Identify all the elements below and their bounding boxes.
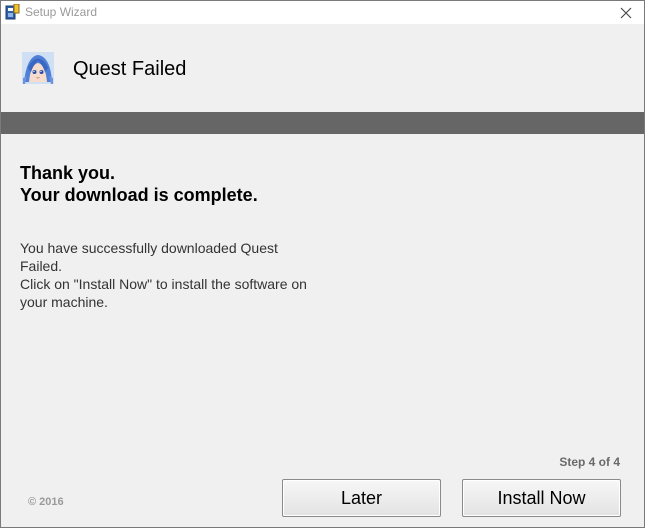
installer-icon (5, 4, 20, 20)
copyright-text: © 2016 (28, 496, 64, 508)
headline-line-2: Your download is complete. (20, 185, 258, 205)
close-button[interactable] (612, 1, 640, 24)
close-icon (620, 7, 632, 18)
setup-wizard-window: Setup Wizard Quest Failed Thank you. You… (0, 0, 645, 528)
headline-line-1: Thank you. (20, 163, 116, 183)
install-now-button[interactable]: Install Now (462, 479, 621, 517)
step-indicator: Step 4 of 4 (559, 455, 620, 469)
completion-message: You have successfully downloaded Quest F… (20, 239, 320, 311)
message-line-1: You have successfully downloaded Quest F… (20, 240, 278, 274)
window-title: Setup Wizard (25, 5, 98, 19)
later-button[interactable]: Later (282, 479, 441, 517)
message-line-2: Click on "Install Now" to install the so… (20, 276, 307, 310)
wizard-header: Quest Failed (1, 24, 644, 112)
anime-avatar-logo (22, 52, 54, 84)
product-name: Quest Failed (73, 58, 187, 80)
wizard-content: Thank you. Your download is complete. Yo… (1, 134, 644, 527)
header-divider-band (1, 112, 644, 134)
title-bar: Setup Wizard (1, 1, 644, 24)
completion-headline: Thank you. Your download is complete. (20, 162, 258, 206)
